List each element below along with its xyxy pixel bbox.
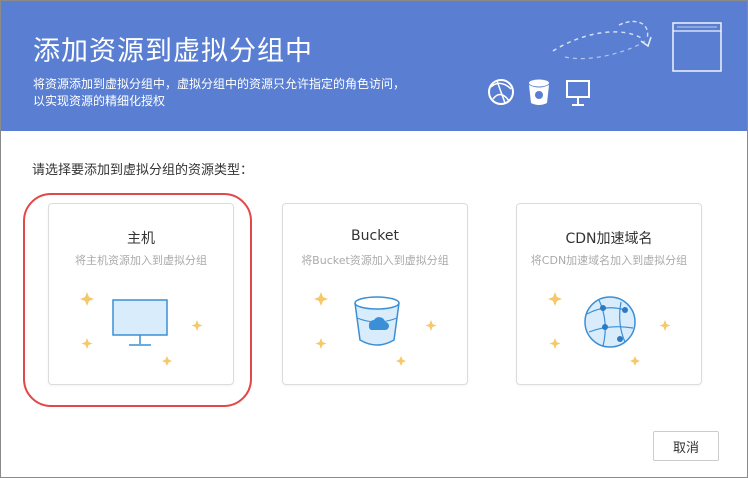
header-globe-icon [488,79,514,105]
header-illustration [488,20,722,106]
resource-card-bucket[interactable]: Bucket 将Bucket资源加入到虚拟分组 [282,203,468,385]
header-monitor-icon [566,80,590,106]
dialog-description: 将资源添加到虚拟分组中，虚拟分组中的资源只允许指定的角色访问，以实现资源的精细化… [33,77,406,108]
dialog-header: 添加资源到虚拟分组中 将资源添加到虚拟分组中，虚拟分组中的资源只允许指定的角色访… [1,1,747,131]
bucket-icon [314,292,437,366]
header-bucket-icon [529,79,549,105]
resource-card-cdn-domain[interactable]: CDN加速域名 将CDN加速域名加入到虚拟分组 [516,203,702,385]
cancel-button[interactable]: 取消 [653,431,719,461]
resource-card-host[interactable]: 主机 将主机资源加入到虚拟分组 [48,203,234,385]
resource-type-prompt: 请选择要添加到虚拟分组的资源类型： [32,163,254,178]
dialog-title: 添加资源到虚拟分组中 [33,36,313,67]
globe-icon [548,292,671,366]
monitor-icon [80,292,203,366]
add-resource-dialog: 添加资源到虚拟分组中 将资源添加到虚拟分组中，虚拟分组中的资源只允许指定的角色访… [0,0,748,478]
